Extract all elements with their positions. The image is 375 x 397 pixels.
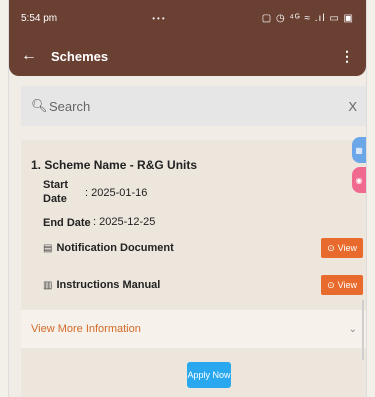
search-icon: 🔍︎ <box>31 98 48 113</box>
back-arrow-icon[interactable]: ← <box>21 47 41 65</box>
search-bar[interactable]: 🔍︎ X <box>21 86 366 126</box>
end-date-label: End Date <box>43 217 91 229</box>
start-date-label-line1: Start <box>43 179 69 191</box>
page-title: Schemes <box>51 48 109 64</box>
search-input[interactable] <box>49 98 349 114</box>
status-bar: 5:54 pm ••• ▢ ◷ ⁴ᴳ ≈ .ıl ▭ ▣ <box>9 0 366 36</box>
view-label: View <box>337 243 357 253</box>
start-date-label-line2: Date <box>43 193 67 205</box>
eye-icon: ⊙ <box>327 242 335 253</box>
view-notification-button[interactable]: ⊙ View <box>321 238 363 258</box>
clear-search-icon[interactable]: X <box>348 99 357 114</box>
document-icon: ▤ <box>43 242 53 254</box>
start-date-label: Start Date <box>43 178 68 206</box>
view-manual-button[interactable]: ⊙ View <box>321 275 363 295</box>
manual-icon: ▥ <box>43 279 53 291</box>
more-menu-icon[interactable]: ⋮ <box>340 48 354 65</box>
view-more-information[interactable]: View More Information ⌄ <box>21 310 366 348</box>
end-date-value: : 2025-12-25 <box>93 216 156 228</box>
status-icons: ▢ ◷ ⁴ᴳ ≈ .ıl ▭ ▣ <box>261 12 354 24</box>
scheme-card: 1. Scheme Name - R&G Units Start Date : … <box>21 140 366 397</box>
status-time: 5:54 pm <box>21 12 58 24</box>
start-date-value: : 2025-01-16 <box>85 187 148 199</box>
chevron-down-icon: ⌄ <box>348 323 357 335</box>
side-tabs: ▦ ◉ <box>352 137 366 197</box>
instructions-manual-label: Instructions Manual <box>56 279 161 291</box>
scrollbar[interactable] <box>362 300 364 360</box>
view-more-information-label: View More Information <box>31 323 141 335</box>
status-dots: ••• <box>152 13 167 23</box>
side-tab-icon: ◉ <box>355 175 363 185</box>
notification-document-row: ▤ Notification Document ⊙ View <box>43 237 363 259</box>
side-tab-blue[interactable]: ▦ <box>352 137 366 163</box>
instructions-manual-row: ▥ Instructions Manual ⊙ View <box>43 274 363 296</box>
eye-icon: ⊙ <box>327 279 335 290</box>
side-tab-icon: ▦ <box>355 145 363 155</box>
view-label: View <box>337 280 357 290</box>
scheme-name: 1. Scheme Name - R&G Units <box>31 158 198 172</box>
apply-now-button[interactable]: Apply Now <box>187 362 231 388</box>
phone-screen: 5:54 pm ••• ▢ ◷ ⁴ᴳ ≈ .ıl ▭ ▣ ← Schemes ⋮… <box>8 0 367 397</box>
notification-document-label: Notification Document <box>56 242 174 254</box>
app-bar: ← Schemes ⋮ <box>9 36 366 76</box>
side-tab-pink[interactable]: ◉ <box>352 167 366 193</box>
